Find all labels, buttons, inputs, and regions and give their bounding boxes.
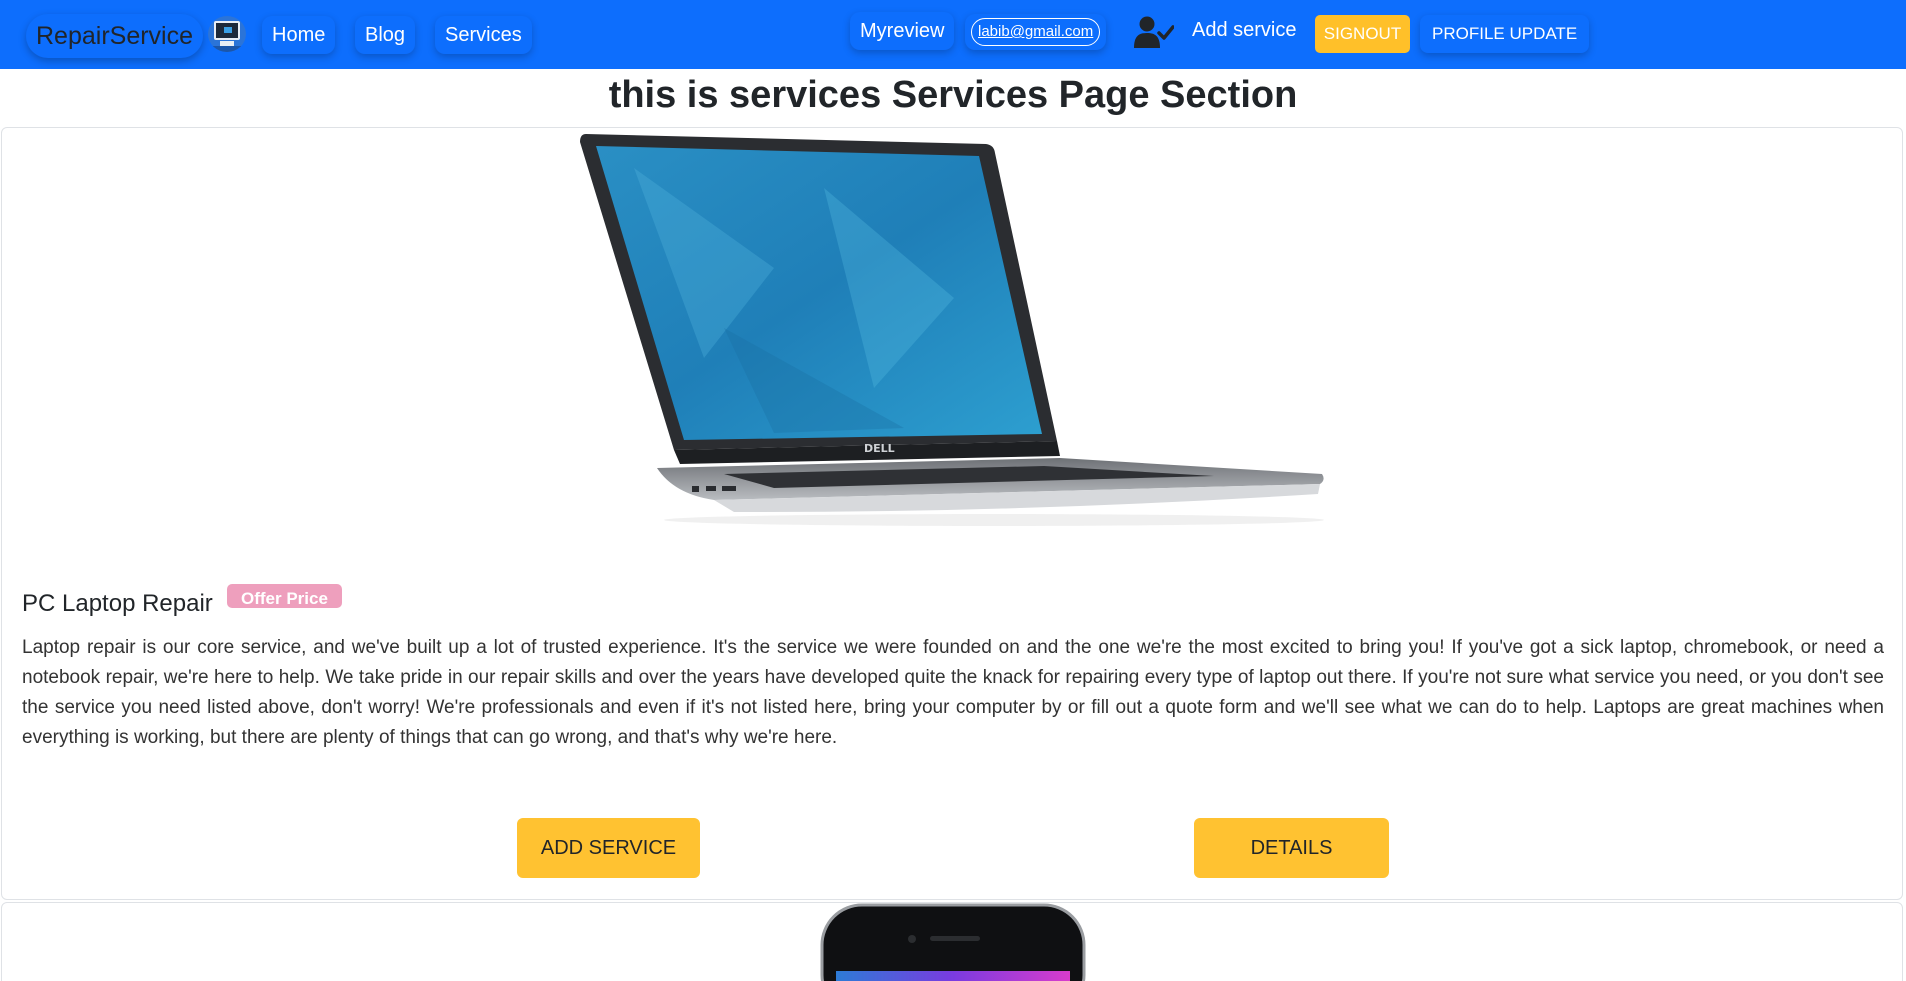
- signout-button[interactable]: SIGNOUT: [1315, 15, 1410, 53]
- details-button[interactable]: DETAILS: [1194, 818, 1389, 878]
- nav-blog-link[interactable]: Blog: [355, 16, 415, 54]
- navbar: RepairService Home Blog Services Myrevie…: [0, 0, 1906, 69]
- service-card: [1, 902, 1903, 981]
- add-service-button[interactable]: ADD SERVICE: [517, 818, 700, 878]
- nav-add-service-link[interactable]: Add service: [1192, 16, 1297, 44]
- user-email-wrapper: labib@gmail.com: [965, 14, 1106, 50]
- profile-update-link[interactable]: PROFILE UPDATE: [1420, 15, 1589, 53]
- site-logo-icon[interactable]: [208, 16, 246, 52]
- phone-image: [820, 903, 1086, 981]
- page-title: this is services Services Page Section: [608, 74, 1298, 116]
- nav-home-link[interactable]: Home: [262, 16, 335, 54]
- svg-text:DELL: DELL: [864, 442, 895, 455]
- user-check-icon: [1134, 16, 1174, 48]
- user-email-link[interactable]: labib@gmail.com: [971, 18, 1101, 46]
- service-card: DELL PC Laptop Repair Offer Price Laptop…: [1, 127, 1903, 900]
- service-title: PC Laptop Repair: [22, 590, 213, 617]
- brand-link[interactable]: RepairService: [26, 14, 203, 58]
- laptop-image: DELL: [580, 134, 1324, 526]
- offer-price-badge: Offer Price: [227, 584, 342, 608]
- nav-services-link[interactable]: Services: [435, 16, 532, 54]
- service-description: Laptop repair is our core service, and w…: [22, 637, 1884, 748]
- nav-myreview-link[interactable]: Myreview: [850, 12, 954, 50]
